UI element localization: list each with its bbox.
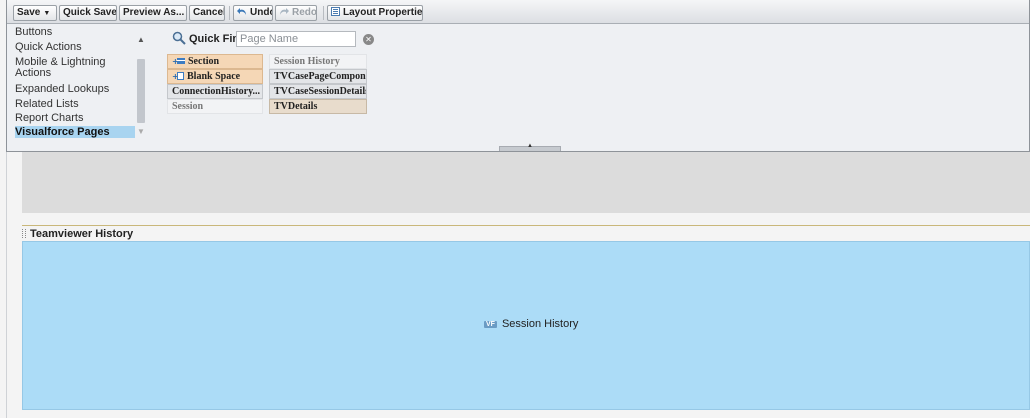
toolbar-divider bbox=[229, 6, 230, 20]
palette-item-session-history[interactable]: Session History bbox=[269, 54, 367, 69]
cancel-button[interactable]: Cancel bbox=[189, 5, 225, 21]
undo-label: Undo bbox=[250, 7, 273, 18]
category-scrollbar[interactable]: ▲ ▼ bbox=[135, 27, 147, 141]
category-related-lists[interactable]: Related Lists bbox=[15, 98, 135, 110]
redo-label: Redo bbox=[292, 7, 317, 18]
preview-as-label: Preview As... bbox=[123, 7, 185, 18]
add-section-icon: + bbox=[172, 57, 185, 65]
palette-item-label: Blank Space bbox=[187, 71, 241, 82]
toolbar-divider bbox=[323, 6, 324, 20]
layout-canvas-area bbox=[22, 152, 1030, 213]
layout-properties-icon bbox=[331, 7, 340, 16]
palette-item-blank-space[interactable]: + Blank Space bbox=[167, 69, 263, 84]
preview-as-button[interactable]: Preview As...▼ bbox=[119, 5, 187, 21]
undo-icon bbox=[237, 8, 246, 15]
palette-item-tvdetails[interactable]: TVDetails bbox=[269, 99, 367, 114]
palette-item-tvcasesessiondetails[interactable]: TVCaseSessionDetails bbox=[269, 84, 367, 99]
section-divider bbox=[22, 225, 1030, 226]
layout-palette: Save▼ Quick Save Preview As...▼ Cancel U… bbox=[6, 0, 1030, 152]
category-expanded-lookups[interactable]: Expanded Lookups bbox=[15, 83, 135, 95]
redo-icon bbox=[280, 8, 289, 15]
scroll-down-icon[interactable]: ▼ bbox=[137, 127, 145, 136]
category-report-charts[interactable]: Report Charts bbox=[15, 112, 135, 124]
visualforce-component-label[interactable]: VF Session History bbox=[484, 318, 578, 330]
search-icon bbox=[172, 31, 186, 45]
palette-item-connectionhistory[interactable]: ConnectionHistory... bbox=[167, 84, 263, 99]
save-label: Save bbox=[17, 7, 41, 18]
save-button[interactable]: Save ▼ bbox=[13, 5, 57, 21]
scrollbar-thumb[interactable] bbox=[137, 59, 145, 123]
drag-grip-icon[interactable] bbox=[22, 229, 26, 238]
category-visualforce-pages[interactable]: Visualforce Pages bbox=[15, 126, 135, 138]
palette-item-session[interactable]: Session bbox=[167, 99, 263, 114]
palette-item-label: Section bbox=[188, 56, 220, 67]
category-quick-actions[interactable]: Quick Actions bbox=[15, 41, 135, 53]
palette-item-tvcasepagecomponent[interactable]: TVCasePageComponen bbox=[269, 69, 367, 84]
toolbar: Save▼ Quick Save Preview As...▼ Cancel U… bbox=[7, 0, 1029, 24]
scroll-up-icon[interactable]: ▲ bbox=[137, 35, 145, 44]
section-header[interactable]: Teamviewer History bbox=[22, 228, 133, 240]
add-blank-space-icon: + bbox=[172, 72, 184, 80]
vf-component-name: Session History bbox=[501, 318, 579, 330]
layout-properties-button[interactable]: Layout Properties bbox=[327, 5, 423, 21]
chevron-down-icon: ▼ bbox=[43, 10, 51, 17]
quick-find-input[interactable] bbox=[236, 31, 356, 47]
palette-collapse-handle[interactable]: ▲ bbox=[499, 143, 561, 151]
section-title: Teamviewer History bbox=[30, 228, 134, 240]
chevron-up-icon: ▲ bbox=[527, 143, 533, 149]
redo-button[interactable]: Redo bbox=[275, 5, 317, 21]
layout-properties-label: Layout Properties bbox=[343, 7, 423, 18]
visualforce-icon: VF bbox=[484, 321, 497, 328]
palette-item-section[interactable]: + Section bbox=[167, 54, 263, 69]
category-actions[interactable]: Actions bbox=[15, 67, 135, 79]
canvas-left-border bbox=[6, 152, 7, 418]
clear-icon[interactable]: ✕ bbox=[363, 34, 374, 45]
quick-save-button[interactable]: Quick Save bbox=[59, 5, 117, 21]
category-list: Buttons Quick Actions Mobile & Lightning… bbox=[11, 27, 147, 141]
undo-button[interactable]: Undo bbox=[233, 5, 273, 21]
category-buttons[interactable]: Buttons bbox=[15, 27, 135, 38]
